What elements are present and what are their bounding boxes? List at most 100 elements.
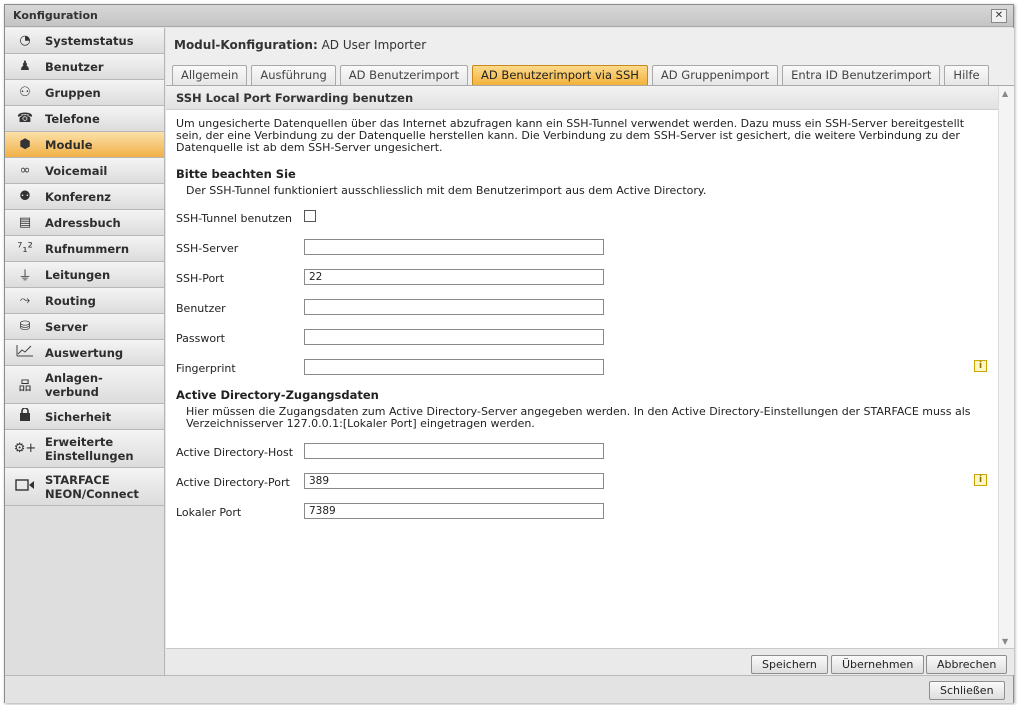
module-config-label: Modul-Konfiguration: — [174, 38, 318, 52]
user-input[interactable] — [304, 299, 604, 315]
configuration-window: Konfiguration ✕ ◔ Systemstatus ♟ Benutze… — [4, 4, 1014, 703]
close-button[interactable]: Schließen — [929, 681, 1005, 700]
sidebar-item-label: Server — [45, 319, 88, 334]
main-panel: Modul-Konfiguration: AD User Importer Al… — [166, 28, 1014, 675]
sidebar-item-label: Anlagen- verbund — [45, 370, 103, 399]
group-icon: ⚇ — [19, 85, 31, 100]
user-icon: ♟ — [19, 59, 31, 74]
sidebar-item-starface-neon-connect[interactable]: STARFACE NEON/Connect — [5, 468, 164, 506]
tab-bar: Allgemein Ausführung AD Benutzerimport A… — [172, 65, 989, 85]
sidebar-item-label: Leitungen — [45, 267, 111, 282]
ssh-server-label: SSH-Server — [176, 242, 239, 255]
notice-title: Bitte beachten Sie — [176, 167, 296, 181]
content-scrollbar[interactable]: ▲ ▼ — [998, 86, 1014, 649]
section-title: SSH Local Port Forwarding benutzen — [166, 86, 998, 110]
tab-content: SSH Local Port Forwarding benutzen Um un… — [166, 85, 1014, 649]
ssh-tunnel-label: SSH-Tunnel benutzen — [176, 212, 292, 225]
server-icon: ⛁ — [19, 319, 31, 334]
sidebar: ◔ Systemstatus ♟ Benutzer ⚇ Gruppen ☎ Te… — [5, 28, 165, 675]
tab-hilfe[interactable]: Hilfe — [944, 65, 989, 85]
module-config-header: Modul-Konfiguration: AD User Importer — [174, 38, 426, 52]
save-button[interactable]: Speichern — [751, 655, 828, 674]
sidebar-item-telefone[interactable]: ☎ Telefone — [5, 106, 164, 132]
sidebar-item-label: Sicherheit — [45, 409, 112, 424]
phone-icon: ☎ — [16, 111, 34, 126]
ssh-server-input[interactable] — [304, 239, 604, 255]
ad-port-input[interactable] — [304, 473, 604, 489]
ad-section-text: Hier müssen die Zugangsdaten zum Active … — [186, 405, 971, 430]
tab-entra-id-benutzerimport[interactable]: Entra ID Benutzerimport — [782, 65, 941, 85]
statistics-icon — [5, 344, 45, 361]
sidebar-item-systemstatus[interactable]: ◔ Systemstatus — [5, 28, 164, 54]
conference-icon: ⚉ — [19, 189, 31, 204]
fingerprint-label: Fingerprint — [176, 362, 236, 375]
ad-host-input[interactable] — [304, 443, 604, 459]
sidebar-item-label: Routing — [45, 293, 96, 308]
sidebar-item-leitungen[interactable]: ⏚ Leitungen — [5, 262, 164, 288]
window-footer: Schließen — [5, 675, 1013, 703]
close-window-icon[interactable]: ✕ — [991, 9, 1007, 23]
module-button-bar: Speichern Übernehmen Abbrechen — [166, 648, 1014, 675]
advanced-settings-icon: ⚙+ — [13, 441, 37, 456]
module-config-name: AD User Importer — [321, 38, 427, 52]
window-titlebar: Konfiguration ✕ — [5, 5, 1013, 27]
local-port-label: Lokaler Port — [176, 506, 242, 519]
lines-plug-icon: ⏚ — [18, 269, 32, 284]
sidebar-item-label: Rufnummern — [45, 241, 130, 256]
sidebar-item-sicherheit[interactable]: Sicherheit — [5, 404, 164, 430]
password-input[interactable] — [304, 329, 604, 345]
sidebar-item-adressbuch[interactable]: ▤ Adressbuch — [5, 210, 164, 236]
sidebar-item-auswertung[interactable]: Auswertung — [5, 340, 164, 366]
sidebar-item-erweiterte-einstellungen[interactable]: ⚙+ Erweiterte Einstellungen — [5, 430, 164, 468]
sidebar-item-label: Benutzer — [45, 59, 104, 74]
video-camera-icon — [5, 478, 45, 495]
sidebar-item-label: Erweiterte Einstellungen — [45, 434, 134, 463]
scroll-down-icon[interactable]: ▼ — [1002, 637, 1008, 646]
ssh-port-label: SSH-Port — [176, 272, 225, 285]
scroll-up-icon[interactable]: ▲ — [1002, 89, 1008, 98]
sidebar-item-gruppen[interactable]: ⚇ Gruppen — [5, 80, 164, 106]
ad-port-label: Active Directory-Port — [176, 476, 290, 489]
window-title: Konfiguration — [13, 9, 98, 22]
sidebar-item-label: Adressbuch — [45, 215, 121, 230]
sidebar-item-label: STARFACE NEON/Connect — [45, 472, 139, 501]
phone-numbers-icon: ⁷₁² — [17, 241, 33, 256]
sidebar-item-benutzer[interactable]: ♟ Benutzer — [5, 54, 164, 80]
local-port-input[interactable] — [304, 503, 604, 519]
ad-host-label: Active Directory-Host — [176, 446, 294, 459]
pie-chart-icon: ◔ — [19, 33, 31, 48]
sidebar-item-server[interactable]: ⛁ Server — [5, 314, 164, 340]
ssh-port-input[interactable] — [304, 269, 604, 285]
sidebar-item-rufnummern[interactable]: ⁷₁² Rufnummern — [5, 236, 164, 262]
tab-ausfuehrung[interactable]: Ausführung — [251, 65, 336, 85]
fingerprint-input[interactable] — [304, 359, 604, 375]
tab-ad-benutzerimport[interactable]: AD Benutzerimport — [339, 65, 469, 85]
notice-text: Der SSH-Tunnel funktioniert ausschliessl… — [186, 184, 707, 197]
ad-section-title: Active Directory-Zugangsdaten — [176, 388, 379, 402]
sidebar-item-label: Gruppen — [45, 85, 101, 100]
sidebar-item-label: Systemstatus — [45, 33, 134, 48]
sidebar-item-label: Konferenz — [45, 189, 111, 204]
sidebar-item-routing[interactable]: ⤳ Routing — [5, 288, 164, 314]
apply-button[interactable]: Übernehmen — [831, 655, 925, 674]
module-cube-icon: ⬢ — [19, 137, 31, 152]
lock-icon — [5, 407, 45, 425]
sidebar-item-anlagenverbund[interactable]: 品 Anlagen- verbund — [5, 366, 164, 404]
sidebar-item-module[interactable]: ⬢ Module — [5, 132, 164, 158]
tab-ad-benutzerimport-ssh[interactable]: AD Benutzerimport via SSH — [472, 65, 648, 85]
sidebar-item-konferenz[interactable]: ⚉ Konferenz — [5, 184, 164, 210]
user-label: Benutzer — [176, 302, 226, 315]
network-icon: 品 — [18, 379, 32, 394]
sidebar-item-voicemail[interactable]: ∞ Voicemail — [5, 158, 164, 184]
ad-port-info-icon[interactable]: i — [974, 474, 987, 486]
cancel-button[interactable]: Abbrechen — [926, 655, 1008, 674]
sidebar-item-label: Module — [45, 137, 93, 152]
intro-text: Um ungesicherte Datenquellen über das In… — [176, 117, 965, 154]
ssh-tunnel-checkbox[interactable] — [304, 210, 316, 222]
tab-allgemein[interactable]: Allgemein — [172, 65, 248, 85]
voicemail-icon: ∞ — [19, 163, 31, 178]
sidebar-item-label: Voicemail — [45, 163, 108, 178]
address-book-icon: ▤ — [18, 215, 32, 230]
fingerprint-info-icon[interactable]: i — [974, 360, 987, 372]
tab-ad-gruppenimport[interactable]: AD Gruppenimport — [651, 65, 779, 85]
